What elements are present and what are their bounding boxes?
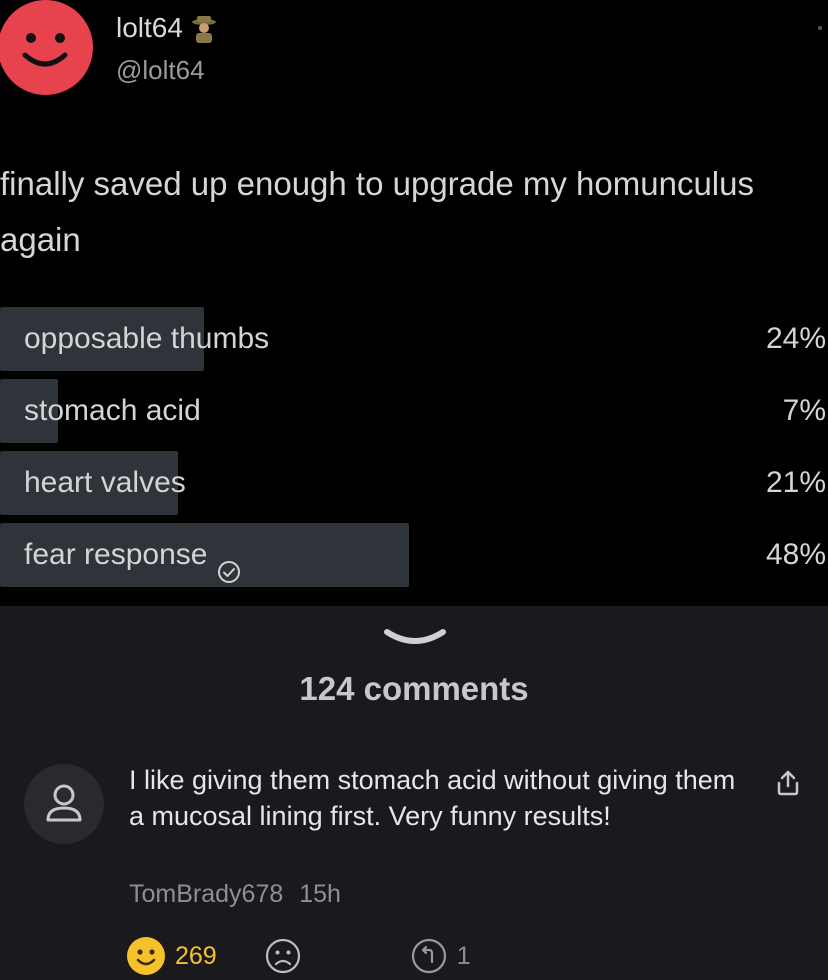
reply-icon <box>411 938 447 974</box>
poll-option[interactable]: stomach acid 7% <box>0 379 828 443</box>
poll-option-label: opposable thumbs <box>24 322 270 355</box>
poll-option-label: stomach acid <box>24 394 201 427</box>
user-avatar-icon[interactable] <box>24 764 104 844</box>
poll-option[interactable]: opposable thumbs 24% <box>0 307 828 371</box>
reply-button[interactable]: 1 <box>411 938 471 974</box>
share-icon[interactable] <box>773 768 803 798</box>
comment-reactions: 269 1 <box>127 936 471 976</box>
comment-meta: TomBrady678 15h <box>129 880 341 909</box>
like-reaction-button[interactable]: 269 <box>127 937 217 975</box>
more-options-icon[interactable] <box>818 26 822 30</box>
poll-option-voted[interactable]: fear response 48% <box>0 523 828 587</box>
chevron-down-icon[interactable] <box>383 628 447 648</box>
checkmark-circle-icon <box>217 543 241 583</box>
dislike-reaction-button[interactable] <box>265 938 301 974</box>
comment-time: 15h <box>299 880 341 908</box>
poll: opposable thumbs 24% stomach acid 7% hea… <box>0 307 828 595</box>
smiley-avatar-icon[interactable] <box>0 0 93 95</box>
post-author[interactable]: lolt64 <box>116 12 219 44</box>
sad-reaction-icon <box>265 938 301 974</box>
username-text: lolt64 <box>116 12 183 43</box>
comment-author[interactable]: TomBrady678 <box>129 880 283 908</box>
poll-option-percent: 48% <box>765 538 826 571</box>
like-count: 269 <box>175 941 217 970</box>
comment-text: I like giving them stomach acid without … <box>129 765 736 831</box>
detective-badge-icon <box>189 13 219 43</box>
poll-option-percent: 21% <box>765 466 826 499</box>
poll-option-percent: 24% <box>765 322 826 355</box>
poll-option-label: fear response <box>24 538 208 571</box>
post-handle[interactable]: @lolt64 <box>116 55 205 86</box>
poll-option[interactable]: heart valves 21% <box>0 451 828 515</box>
poll-option-label: heart valves <box>24 466 186 499</box>
post-card: lolt64 @lolt64 finally saved up enough t… <box>0 0 828 606</box>
reply-count: 1 <box>456 941 471 970</box>
smile-reaction-icon <box>127 937 165 975</box>
post-body: finally saved up enough to upgrade my ho… <box>0 165 754 258</box>
comments-count[interactable]: 124 comments <box>0 670 828 708</box>
poll-option-percent: 7% <box>782 394 826 427</box>
